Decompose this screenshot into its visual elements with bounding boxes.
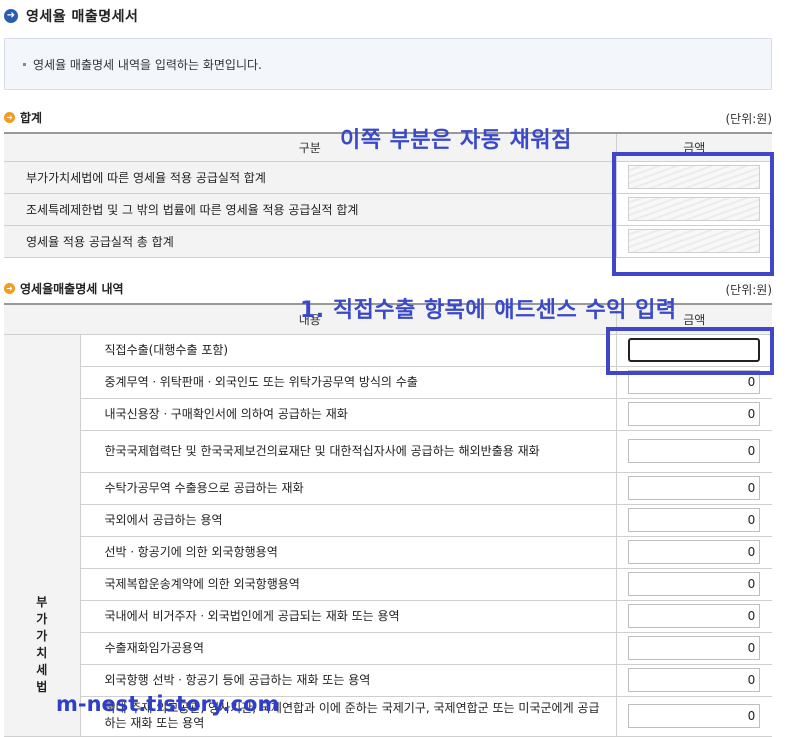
summary-row-label: 조세특례제한법 및 그 밖의 법률에 따른 영세율 적용 공급실적 합계 bbox=[4, 192, 616, 226]
table-row: 국제복합운송계약에 의한 외국항행용역 0 bbox=[4, 567, 772, 601]
row-label: 한국국제협력단 및 한국국제보건의료재단 및 대한적십자사에 공급하는 해외반출… bbox=[80, 429, 616, 473]
table-row: 한국국제협력단 및 한국국제보건의료재단 및 대한적십자사에 공급하는 해외반출… bbox=[4, 429, 772, 473]
amount-input[interactable]: 0 bbox=[628, 572, 761, 596]
arrow-right-circle-small-icon: ➜ bbox=[4, 283, 15, 294]
direct-export-annotation: 1. 직접수출 항목에 애드센스 수익 입력 bbox=[300, 298, 677, 323]
amount-input[interactable]: 0 bbox=[628, 476, 761, 500]
arrow-right-circle-small-icon: ➜ bbox=[4, 112, 15, 123]
detail-unit: (단위:원) bbox=[725, 283, 772, 297]
amount-input[interactable]: 0 bbox=[628, 668, 761, 692]
summary-row-label: 영세율 적용 공급실적 총 합계 bbox=[4, 224, 616, 258]
detail-section-title: ➜ 영세율매출명세 내역 bbox=[4, 280, 124, 297]
page-header: ➜ 영세율 매출명세서 bbox=[4, 6, 138, 26]
info-box: 영세율 매출명세 내역을 입력하는 화면입니다. bbox=[4, 38, 772, 90]
summary-unit: (단위:원) bbox=[725, 112, 772, 126]
category-label: 부 가 가 치 세 법 bbox=[36, 595, 48, 694]
table-row: 선박ㆍ항공기에 의한 외국항행용역 0 bbox=[4, 535, 772, 569]
table-row: 수탁가공무역 수출용으로 공급하는 재화 0 bbox=[4, 471, 772, 505]
row-label: 중계무역ㆍ위탁판매ㆍ외국인도 또는 위탁가공무역 방식의 수출 bbox=[80, 365, 616, 399]
bullet-icon bbox=[23, 62, 26, 66]
page-title: 영세율 매출명세서 bbox=[26, 9, 139, 25]
row-label: 국제복합운송계약에 의한 외국항행용역 bbox=[80, 567, 616, 601]
amount-input[interactable]: 0 bbox=[628, 636, 761, 660]
row-label: 내국신용장ㆍ구매확인서에 의하여 공급하는 재화 bbox=[80, 397, 616, 431]
table-row: 국외에서 공급하는 용역 0 bbox=[4, 503, 772, 537]
table-row: 국내에서 비거주자ㆍ외국법인에게 공급되는 재화 또는 용역 0 bbox=[4, 599, 772, 633]
summary-section-title: ➜ 합계 bbox=[4, 109, 42, 126]
arrow-right-circle-icon: ➜ bbox=[4, 9, 18, 23]
amount-input[interactable]: 0 bbox=[628, 604, 761, 628]
watermark: m-nest.tistory.com bbox=[56, 692, 280, 716]
amount-input[interactable]: 0 bbox=[628, 402, 761, 426]
amount-input[interactable]: 0 bbox=[628, 704, 761, 728]
amount-input[interactable]: 0 bbox=[628, 439, 761, 463]
row-label: 국외에서 공급하는 용역 bbox=[80, 503, 616, 537]
row-label: 국내에서 비거주자ㆍ외국법인에게 공급되는 재화 또는 용역 bbox=[80, 599, 616, 633]
row-label: 선박ㆍ항공기에 의한 외국항행용역 bbox=[80, 535, 616, 569]
page-description: 영세율 매출명세 내역을 입력하는 화면입니다. bbox=[33, 57, 262, 72]
summary-row-label: 부가가치세법에 따른 영세율 적용 공급실적 합계 bbox=[4, 160, 616, 194]
amount-input[interactable]: 0 bbox=[628, 540, 761, 564]
table-row: 내국신용장ㆍ구매확인서에 의하여 공급하는 재화 0 bbox=[4, 397, 772, 431]
direct-export-highlight-box bbox=[606, 327, 774, 375]
row-label: 수탁가공무역 수출용으로 공급하는 재화 bbox=[80, 471, 616, 505]
amount-input[interactable]: 0 bbox=[628, 508, 761, 532]
row-label: 수출재화임가공용역 bbox=[80, 631, 616, 665]
auto-fill-highlight-box bbox=[612, 152, 774, 276]
category-cell: 부 가 가 치 세 법 bbox=[4, 333, 81, 737]
summary-title: 합계 bbox=[20, 111, 43, 125]
row-label: 직접수출(대행수출 포함) bbox=[80, 333, 616, 367]
auto-fill-annotation: 이쪽 부분은 자동 채워짐 bbox=[340, 128, 572, 153]
detail-title: 영세율매출명세 내역 bbox=[20, 282, 124, 296]
table-row: 수출재화임가공용역 0 bbox=[4, 631, 772, 665]
